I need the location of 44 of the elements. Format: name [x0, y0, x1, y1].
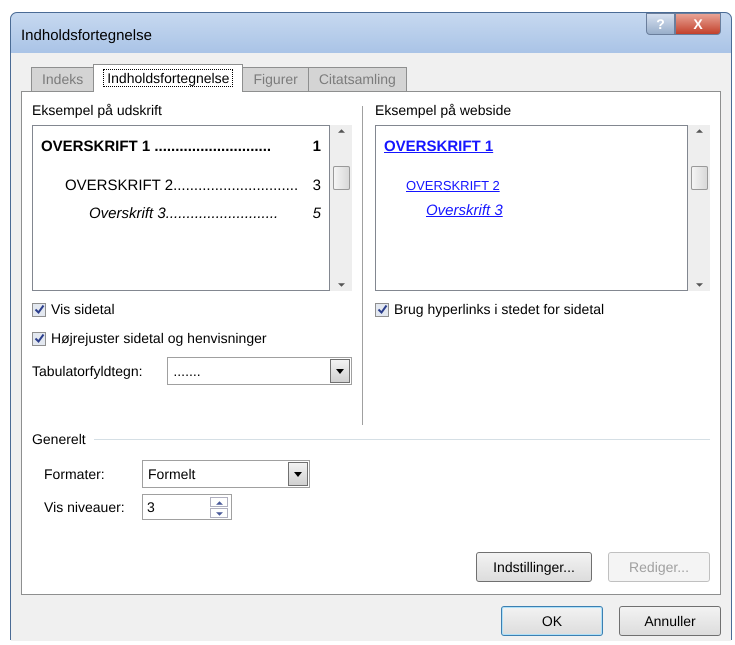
- heading-link[interactable]: OVERSKRIFT 1: [384, 138, 494, 155]
- preview-label: Eksempel på udskrift: [32, 101, 163, 120]
- preview-label: Eksempel på webside: [375, 101, 512, 120]
- field-label: Formater:: [44, 464, 106, 484]
- page-number: 3: [312, 176, 321, 196]
- ok-button[interactable]: OK: [501, 606, 603, 636]
- caret-icon: [336, 368, 344, 374]
- down-arrow-icon[interactable]: [696, 283, 702, 287]
- page-number: 1: [312, 137, 321, 157]
- group-label: Generelt: [32, 430, 86, 449]
- dropdown[interactable]: .......: [167, 357, 352, 385]
- dot-leader: ............................: [154, 138, 272, 155]
- up-arrow-icon[interactable]: [216, 500, 222, 504]
- field-label: Vis niveauer:: [44, 498, 126, 516]
- cancel-button[interactable]: Annuller: [619, 606, 721, 636]
- number-spinner[interactable]: 3: [142, 494, 232, 520]
- heading-text: Overskrift 3: [89, 205, 166, 222]
- settings-button[interactable]: Indstillinger...: [476, 552, 592, 582]
- down-arrow-icon[interactable]: [216, 512, 222, 516]
- heading-text: OVERSKRIFT 1: [41, 138, 152, 155]
- scroll-thumb[interactable]: [690, 166, 708, 190]
- up-arrow-icon[interactable]: [696, 129, 702, 133]
- window-title: Indholdsfortegnelse: [21, 26, 152, 46]
- checkbox-label: Brug hyperlinks i stedet for sidetal: [394, 300, 604, 319]
- checkbox[interactable]: [32, 302, 46, 316]
- heading-text: OVERSKRIFT 2: [65, 176, 174, 194]
- dot-leader: ...........................: [166, 205, 278, 222]
- checkbox[interactable]: [375, 302, 389, 316]
- heading-link[interactable]: OVERSKRIFT 2: [406, 178, 500, 192]
- checkbox-label: Højrejuster sidetal og henvisninger: [51, 329, 267, 348]
- scrollbar[interactable]: [330, 125, 352, 291]
- checkbox[interactable]: [32, 332, 46, 346]
- dropdown[interactable]: Formelt: [142, 460, 310, 488]
- dot-leader: ..............................: [173, 176, 298, 194]
- tab[interactable]: Indholdsfortegnelse: [93, 64, 244, 92]
- checkbox-label: Vis sidetal: [51, 300, 115, 319]
- page-number: 5: [312, 204, 321, 224]
- heading-link[interactable]: Overskrift 3: [426, 202, 503, 218]
- caret-icon: [294, 472, 302, 476]
- scrollbar[interactable]: [688, 125, 710, 291]
- scroll-thumb[interactable]: [332, 166, 350, 190]
- up-arrow-icon[interactable]: [338, 129, 344, 133]
- down-arrow-icon[interactable]: [338, 283, 344, 287]
- field-label: Tabulatorfyldtegn:: [32, 362, 144, 381]
